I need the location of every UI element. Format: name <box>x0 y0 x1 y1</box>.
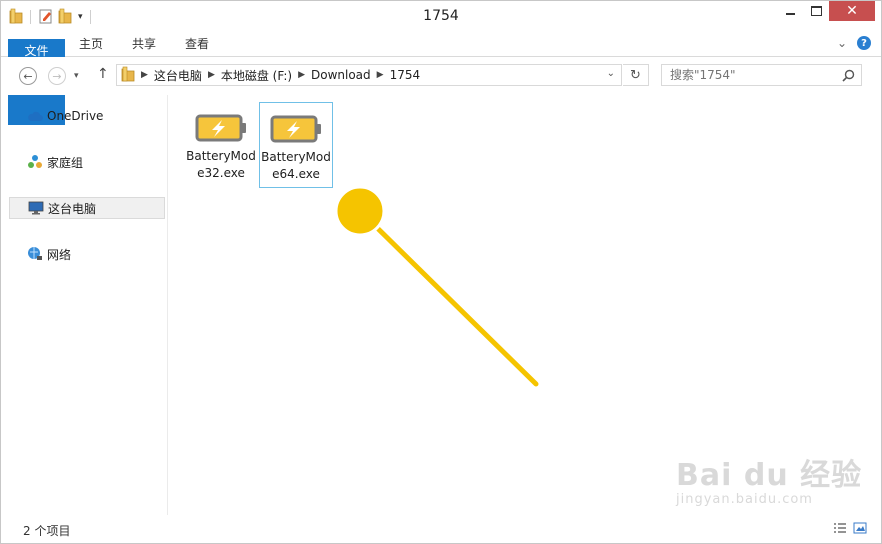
watermark: Bai du 经验 jingyan.baidu.com <box>676 450 862 507</box>
battery-app-icon <box>260 111 332 147</box>
refresh-icon: ↻ <box>630 67 641 83</box>
large-icons-view-icon[interactable] <box>853 522 867 537</box>
back-arrow-icon: ← <box>23 69 33 83</box>
nav-item-this-pc[interactable]: 这台电脑 <box>9 197 165 219</box>
nav-item-homegroup[interactable]: 家庭组 <box>9 151 165 173</box>
properties-icon[interactable] <box>38 8 54 27</box>
battery-app-icon <box>184 110 258 146</box>
file-name: BatteryMode32.exe <box>186 149 256 180</box>
nav-item-label: 网络 <box>47 247 72 262</box>
address-dropdown-icon[interactable]: ⌄ <box>607 68 615 79</box>
view-switcher <box>833 522 867 537</box>
up-button[interactable]: ↑ <box>97 66 109 82</box>
search-box[interactable] <box>661 64 862 86</box>
breadcrumb-1754[interactable]: 1754 <box>390 68 421 82</box>
breadcrumb-local-disk[interactable]: 本地磁盘 (F:) <box>221 67 292 84</box>
watermark-brand: Bai du 经验 <box>676 458 863 493</box>
ribbon-controls: ⌄ ? <box>837 36 871 50</box>
help-icon[interactable]: ? <box>857 36 871 50</box>
item-count: 2 个项目 <box>23 524 71 538</box>
recent-locations-icon[interactable]: ▾ <box>74 71 79 81</box>
folder-icon[interactable] <box>9 8 23 27</box>
close-icon: ✕ <box>846 3 858 19</box>
toolbar-separator <box>89 10 91 24</box>
nav-item-onedrive[interactable]: OneDrive <box>9 105 165 127</box>
title-bar: ▾ 1754 ✕ <box>1 1 881 32</box>
toolbar-separator <box>30 10 31 24</box>
forward-arrow-icon: → <box>52 69 62 83</box>
status-bar: 2 个项目 <box>1 515 881 543</box>
window-controls: ✕ <box>777 1 875 21</box>
window-title: 1754 <box>423 8 459 24</box>
watermark-url: jingyan.baidu.com <box>676 492 813 507</box>
customize-toolbar-icon[interactable]: ▾ <box>78 12 83 22</box>
tab-home[interactable]: 主页 <box>79 32 103 56</box>
minimize-button[interactable] <box>777 1 803 21</box>
breadcrumb-separator-icon[interactable]: ▶ <box>141 70 148 80</box>
maximize-button[interactable] <box>803 1 829 21</box>
file-item-batterymode32[interactable]: BatteryMode32.exe <box>184 102 258 188</box>
breadcrumb-download[interactable]: Download <box>311 68 371 82</box>
forward-button[interactable]: → <box>48 67 66 85</box>
navigation-pane: OneDrive 家庭组 这台电脑 网络 <box>1 95 168 515</box>
ribbon-tabs: 文件 主页 共享 查看 ⌄ ? <box>1 32 881 125</box>
close-button[interactable]: ✕ <box>829 1 875 21</box>
maximize-icon <box>810 6 822 16</box>
expand-ribbon-icon[interactable]: ⌄ <box>837 36 847 50</box>
folder-icon <box>121 66 135 85</box>
cloud-icon <box>27 108 43 124</box>
minimize-icon <box>785 13 795 15</box>
file-name: BatteryMode64.exe <box>261 150 331 181</box>
new-folder-icon[interactable] <box>58 8 72 27</box>
tab-view[interactable]: 查看 <box>185 32 209 56</box>
nav-item-network[interactable]: 网络 <box>9 243 165 265</box>
navigation-bar: ← → ▾ ↑ ▶ 这台电脑 ▶ 本地磁盘 (F:) ▶ Download ▶ … <box>1 57 881 95</box>
breadcrumb-separator-icon[interactable]: ▶ <box>377 70 384 80</box>
refresh-button[interactable]: ↻ <box>623 64 649 86</box>
search-icon[interactable] <box>842 68 855 88</box>
breadcrumb-separator-icon[interactable]: ▶ <box>298 70 305 80</box>
breadcrumb-separator-icon[interactable]: ▶ <box>208 70 215 80</box>
computer-icon <box>28 200 44 216</box>
homegroup-icon <box>27 154 43 170</box>
nav-item-label: 家庭组 <box>47 155 84 170</box>
nav-item-label: OneDrive <box>47 109 104 123</box>
address-bar[interactable]: ▶ 这台电脑 ▶ 本地磁盘 (F:) ▶ Download ▶ 1754 ⌄ <box>116 64 622 86</box>
file-item-batterymode64[interactable]: BatteryMode64.exe <box>259 102 333 188</box>
quick-access-toolbar: ▾ <box>9 7 94 27</box>
details-view-icon[interactable] <box>833 522 847 537</box>
back-button[interactable]: ← <box>19 67 37 85</box>
tab-share[interactable]: 共享 <box>132 32 156 56</box>
breadcrumb-this-pc[interactable]: 这台电脑 <box>154 67 202 84</box>
search-input[interactable] <box>670 68 830 82</box>
network-icon <box>27 246 43 262</box>
nav-item-label: 这台电脑 <box>48 201 97 216</box>
